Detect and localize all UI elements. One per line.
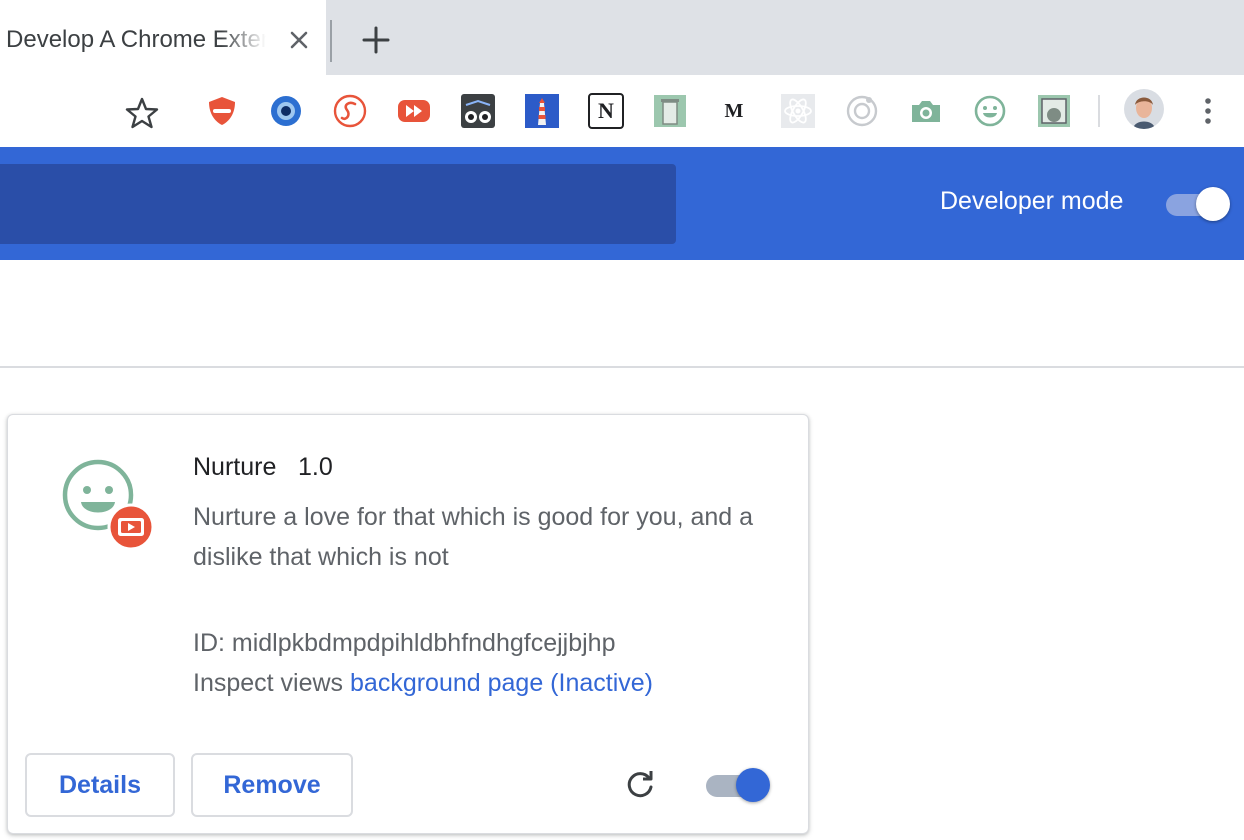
notion-letter: N	[598, 98, 614, 123]
remove-button[interactable]: Remove	[191, 753, 353, 817]
adblock-shield-icon[interactable]	[204, 93, 240, 129]
tab-title: o Develop A Chrome Extension	[0, 26, 266, 53]
background-page-link[interactable]: background page (Inactive)	[350, 669, 653, 697]
details-button[interactable]: Details	[25, 753, 175, 817]
search-extensions-field[interactable]	[0, 164, 676, 244]
extension-card: Nurture 1.0 Nurture a love for that whic…	[7, 414, 809, 834]
inspect-views-row: Inspect views background page (Inactive)	[193, 669, 653, 698]
target-ring-icon[interactable]	[844, 93, 880, 129]
developer-mode-toggle[interactable]	[1164, 187, 1230, 223]
new-tab-icon[interactable]	[360, 24, 392, 56]
extension-id: ID: midlpkbdmpdpihldbhfndhgfcejjbjhp	[193, 629, 616, 657]
nurture-extension-icon	[62, 459, 155, 551]
reload-icon[interactable]	[622, 767, 658, 803]
developer-mode-label: Developer mode	[940, 187, 1124, 215]
smiley-icon[interactable]	[972, 93, 1008, 129]
react-atom-icon[interactable]	[780, 93, 816, 129]
scribble-s-icon[interactable]	[332, 93, 368, 129]
toolbar-bottom-divider	[0, 366, 1244, 368]
extensions-header: Developer mode	[0, 147, 1244, 260]
extension-description: Nurture a love for that which is good fo…	[193, 503, 754, 571]
trash-can-icon[interactable]	[652, 93, 688, 129]
medium-letter: M	[724, 99, 744, 122]
tab-strip: o Develop A Chrome Extension	[0, 0, 1244, 75]
tab-separator	[330, 20, 332, 62]
kebab-menu-icon[interactable]	[1194, 93, 1222, 129]
active-tab[interactable]: o Develop A Chrome Extension	[0, 0, 326, 75]
extension-enable-knob	[736, 768, 770, 802]
toolbar-divider	[1098, 95, 1100, 127]
notion-icon[interactable]: N	[588, 93, 624, 129]
browser-toolbar: N M	[0, 75, 1244, 147]
extension-enable-toggle[interactable]	[704, 767, 774, 803]
eye-globe-icon[interactable]	[268, 93, 304, 129]
owl-icon[interactable]	[460, 93, 496, 129]
profile-avatar[interactable]	[1124, 89, 1164, 129]
bookmark-star-icon[interactable]	[124, 95, 160, 131]
fast-forward-icon[interactable]	[396, 93, 432, 129]
lighthouse-icon[interactable]	[524, 93, 560, 129]
medium-m-icon[interactable]: M	[716, 93, 752, 129]
photo-frame-icon[interactable]	[1036, 93, 1072, 129]
extension-version: 1.0	[298, 453, 333, 481]
developer-mode-knob	[1196, 187, 1230, 221]
extension-name: Nurture	[193, 453, 277, 481]
tab-close-icon[interactable]	[286, 26, 312, 54]
inspect-views-label: Inspect views	[193, 669, 344, 697]
camera-icon[interactable]	[908, 93, 944, 129]
